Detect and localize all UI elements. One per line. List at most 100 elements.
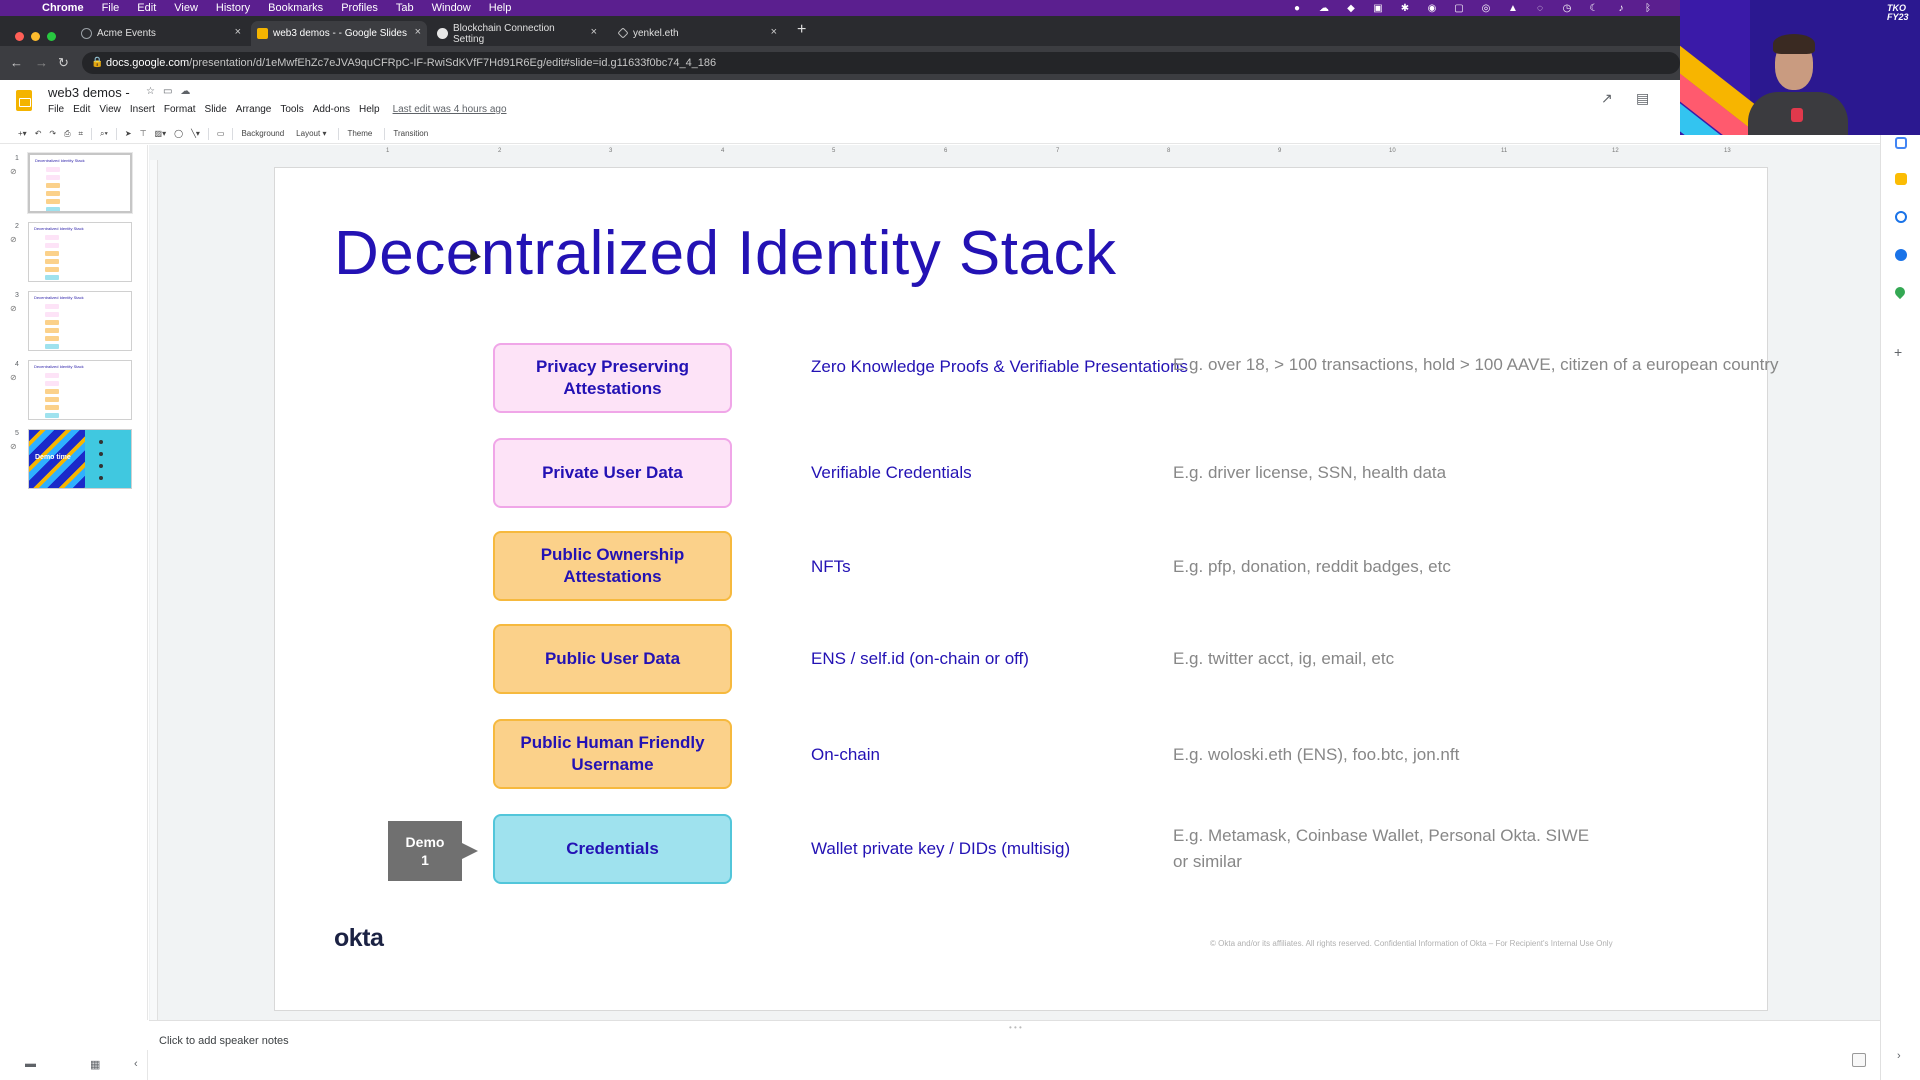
screen-icon[interactable]: ▢ [1452,3,1466,14]
grid-view-icon[interactable]: ▦ [90,1058,100,1071]
add-addon-icon[interactable]: + [1894,344,1902,360]
square-app-icon[interactable]: ▣ [1371,3,1385,14]
cloud-icon[interactable]: ☁ [1317,3,1331,14]
menu-profiles[interactable]: Profiles [341,2,378,14]
bluetooth-icon[interactable]: ᛒ [1641,3,1655,14]
slides-menu-file[interactable]: File [48,104,64,115]
close-tab-icon[interactable]: × [771,26,777,38]
chrome-status-icon[interactable]: ● [1290,3,1304,14]
keep-icon[interactable] [1895,173,1907,185]
text-box-icon[interactable]: ⊤ [140,129,147,138]
example-label[interactable]: E.g. pfp, donation, reddit badges, etc [1173,554,1451,580]
tech-label[interactable]: NFTs [811,556,851,578]
menu-tab[interactable]: Tab [396,2,414,14]
select-cursor-icon[interactable]: ➤ [125,129,132,138]
close-window-button[interactable] [15,32,24,41]
slides-logo-icon[interactable] [16,90,32,111]
menu-bookmarks[interactable]: Bookmarks [268,2,323,14]
last-edit-link[interactable]: Last edit was 4 hours ago [393,104,507,115]
slide-thumbnail-2[interactable]: Decentralized Identity Stack [28,222,132,282]
menu-view[interactable]: View [174,2,198,14]
menu-history[interactable]: History [216,2,250,14]
stack-box-username[interactable]: Public Human Friendly Username [493,719,732,789]
tab-yenkel-eth[interactable]: yenkel.eth × [611,21,783,46]
example-label[interactable]: E.g. woloski.eth (ENS), foo.btc, jon.nft [1173,742,1459,768]
slides-menu-insert[interactable]: Insert [130,104,155,115]
close-tab-icon[interactable]: × [235,26,241,38]
clock-icon[interactable]: ◷ [1560,3,1574,14]
slide-title[interactable]: Decentralized Identity Stack [334,218,1117,289]
reload-icon[interactable]: ↻ [58,55,69,71]
drive-icon[interactable]: ▲ [1506,3,1520,14]
back-icon[interactable]: ← [10,55,23,70]
background-button[interactable]: Background [241,129,284,138]
redo-icon[interactable]: ↷ [49,129,56,138]
zoom-window-button[interactable] [47,32,56,41]
tech-label[interactable]: Wallet private key / DIDs (multisig) [811,838,1070,860]
target-icon[interactable]: ◎ [1479,3,1493,14]
tech-label[interactable]: Zero Knowledge Proofs & Verifiable Prese… [811,356,1188,378]
example-label[interactable]: E.g. Metamask, Coinbase Wallet, Personal… [1173,823,1593,875]
contacts-icon[interactable] [1895,249,1907,261]
close-tab-icon[interactable]: × [415,26,421,38]
tech-label[interactable]: Verifiable Credentials [811,462,972,484]
tab-google-slides[interactable]: web3 demos - - Google Slides × [251,21,427,46]
tech-label[interactable]: ENS / self.id (on-chain or off) [811,648,1029,670]
comments-icon[interactable]: ▤ [1636,90,1649,107]
new-tab-button[interactable]: + [797,21,806,39]
stack-box-credentials[interactable]: Credentials [493,814,732,884]
cloud-status-icon[interactable]: ☁ [180,86,190,97]
comment-add-icon[interactable]: ▭ [217,129,225,138]
slides-menu-addons[interactable]: Add-ons [313,104,350,115]
slide-thumbnail-1[interactable]: Decentralized Identity Stack [28,153,132,213]
image-icon[interactable]: ▨▾ [155,129,167,138]
dropbox-icon[interactable]: ◆ [1344,3,1358,14]
line-icon[interactable]: ╲▾ [191,129,200,138]
example-label[interactable]: E.g. driver license, SSN, health data [1173,460,1446,486]
resize-handle-icon[interactable]: • • • [1009,1023,1022,1032]
slides-menu-view[interactable]: View [99,104,121,115]
transition-button[interactable]: Transition [393,129,428,138]
volume-icon[interactable]: ♪ [1614,3,1628,14]
slides-menu-slide[interactable]: Slide [205,104,227,115]
speaker-notes[interactable]: • • • Click to add speaker notes [149,1020,1880,1080]
paint-format-icon[interactable]: ⌗ [79,129,84,139]
slides-menu-format[interactable]: Format [164,104,196,115]
explore-icon[interactable] [1852,1053,1866,1067]
stack-box-private-user-data[interactable]: Private User Data [493,438,732,508]
layout-button[interactable]: Layout ▾ [296,129,326,138]
slides-menu-tools[interactable]: Tools [280,104,303,115]
shape-icon[interactable]: ◯ [174,129,183,138]
example-label[interactable]: E.g. twitter acct, ig, email, etc [1173,646,1394,672]
activity-trend-icon[interactable]: ↗ [1601,90,1613,107]
collapse-panel-icon[interactable]: ‹ [134,1058,138,1070]
address-bar[interactable]: 🔒 docs.google.com /presentation/d/1eMwfE… [82,52,1680,74]
circle-app-icon[interactable]: ◉ [1425,3,1439,14]
print-icon[interactable]: ⎙ [64,129,70,139]
slides-menu-edit[interactable]: Edit [73,104,90,115]
moon-icon[interactable]: ☾ [1587,3,1601,14]
star-icon[interactable]: ☆ [146,86,155,97]
chevron-right-icon[interactable]: › [1897,1050,1901,1062]
stack-box-privacy-attestations[interactable]: Privacy Preserving Attestations [493,343,732,413]
demo-callout[interactable]: Demo 1 [388,821,478,881]
stack-box-public-ownership[interactable]: Public Ownership Attestations [493,531,732,601]
zoom-icon[interactable]: ⌕▾ [100,129,108,139]
menu-file[interactable]: File [102,2,120,14]
tech-label[interactable]: On-chain [811,744,880,766]
lock-icon[interactable]: 🔒 [91,57,103,68]
forward-icon[interactable]: → [35,55,48,70]
minimize-window-button[interactable] [31,32,40,41]
slides-menu-arrange[interactable]: Arrange [236,104,272,115]
slide-thumbnail-5[interactable]: Demo time [28,429,132,489]
tab-acme-events[interactable]: Acme Events × [75,21,247,46]
filmstrip-view-icon[interactable]: ▬ [25,1058,36,1070]
new-slide-icon[interactable]: +▾ [18,129,27,138]
slides-menu-help[interactable]: Help [359,104,380,115]
move-folder-icon[interactable]: ▭ [163,86,172,97]
tab-blockchain-connection[interactable]: Blockchain Connection Setting × [431,21,603,46]
wifi-icon[interactable]: ◌ [1533,3,1547,14]
example-label[interactable]: E.g. over 18, > 100 transactions, hold >… [1173,352,1778,378]
gear-icon[interactable]: ✱ [1398,3,1412,14]
maps-icon[interactable] [1892,284,1908,300]
